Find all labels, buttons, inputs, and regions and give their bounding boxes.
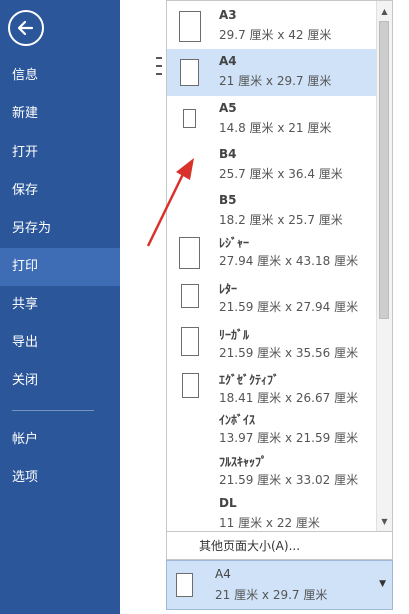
paper-dimensions: 21.59 厘米 x 35.56 厘米 [219, 346, 359, 360]
paper-size-letter[interactable]: ﾚﾀｰ 21.59 厘米 x 27.94 厘米 [167, 275, 377, 322]
scroll-up-icon[interactable]: ▲ [377, 3, 392, 19]
paper-portrait-icon [179, 11, 201, 42]
nav-print[interactable]: 打印 [0, 248, 120, 286]
paper-name: A4 [219, 54, 237, 68]
paper-size-invoice[interactable]: ｲﾝﾎﾞｲｽ 13.97 厘米 x 21.59 厘米 [167, 406, 377, 453]
red-annotation-arrow-icon [146, 158, 194, 247]
nav-save[interactable]: 保存 [0, 172, 120, 210]
more-paper-sizes-link[interactable]: 其他页面大小(A)... [166, 532, 393, 560]
paper-name: B5 [219, 193, 237, 207]
paper-dimensions: 18.2 厘米 x 25.7 厘米 [219, 213, 343, 227]
paper-dimensions: 27.94 厘米 x 43.18 厘米 [219, 254, 359, 268]
paper-dimensions: 18.41 厘米 x 26.67 厘米 [219, 391, 359, 405]
paper-size-foolscap[interactable]: ﾌﾙｽｷｬｯﾌﾟ 21.59 厘米 x 33.02 厘米 [167, 448, 377, 495]
paper-portrait-icon [176, 573, 193, 597]
paper-portrait-icon [183, 109, 196, 128]
paper-name: ﾚｼﾞｬｰ [219, 236, 250, 250]
paper-name: ｴｸﾞｾﾞｸﾃｨﾌﾞ [219, 373, 280, 387]
paper-portrait-icon [182, 373, 199, 398]
paper-size-a4[interactable]: A4 21 厘米 x 29.7 厘米 [167, 49, 377, 96]
nav-open[interactable]: 打开 [0, 134, 120, 172]
backstage-sidebar: 信息 新建 打开 保存 另存为 打印 共享 导出 关闭 帐户 选项 [0, 0, 120, 614]
paper-portrait-icon [181, 284, 199, 308]
nav-info[interactable]: 信息 [0, 57, 120, 95]
nav-new[interactable]: 新建 [0, 95, 120, 133]
paper-dimensions: 13.97 厘米 x 21.59 厘米 [219, 431, 359, 445]
paper-name: ﾌﾙｽｷｬｯﾌﾟ [219, 455, 268, 469]
dropdown-scrollbar[interactable]: ▲ ▼ [376, 1, 392, 531]
nav-share[interactable]: 共享 [0, 286, 120, 324]
back-arrow-icon [17, 20, 34, 36]
paper-portrait-icon [180, 59, 199, 86]
nav-close[interactable]: 关闭 [0, 362, 120, 400]
paper-name: A5 [219, 101, 237, 115]
dropdown-arrow-icon[interactable]: ▼ [379, 579, 386, 589]
paper-dimensions: 21.59 厘米 x 27.94 厘米 [219, 300, 359, 314]
nav-account[interactable]: 帐户 [0, 421, 120, 459]
background-fragment-icon [156, 57, 162, 75]
paper-size-selector[interactable]: A4 21 厘米 x 29.7 厘米 ▼ [166, 560, 393, 610]
paper-size-dl[interactable]: DL 11 厘米 x 22 厘米 [167, 491, 377, 538]
paper-name: DL [219, 496, 237, 510]
paper-dimensions: 25.7 厘米 x 36.4 厘米 [219, 167, 343, 181]
nav-save-as[interactable]: 另存为 [0, 210, 120, 248]
paper-size-a3[interactable]: A3 29.7 厘米 x 42 厘米 [167, 3, 377, 50]
paper-dimensions: 11 厘米 x 22 厘米 [219, 516, 320, 530]
paper-dimensions: 21 厘米 x 29.7 厘米 [219, 74, 332, 88]
nav-divider [12, 410, 94, 411]
paper-name: ﾚﾀｰ [219, 282, 238, 296]
paper-name: B4 [219, 147, 237, 161]
paper-size-dropdown: A3 29.7 厘米 x 42 厘米 A4 21 厘米 x 29.7 厘米 A5… [166, 0, 393, 532]
nav-options[interactable]: 选项 [0, 459, 120, 497]
current-paper-dimensions: 21 厘米 x 29.7 厘米 [215, 588, 328, 602]
paper-size-legal[interactable]: ﾘｰｶﾞﾙ 21.59 厘米 x 35.56 厘米 [167, 321, 377, 368]
paper-dimensions: 14.8 厘米 x 21 厘米 [219, 121, 332, 135]
paper-dimensions: 21.59 厘米 x 33.02 厘米 [219, 473, 359, 487]
scroll-thumb[interactable] [379, 21, 389, 319]
paper-size-a5[interactable]: A5 14.8 厘米 x 21 厘米 [167, 96, 377, 143]
scroll-down-icon[interactable]: ▼ [377, 513, 392, 529]
nav-export[interactable]: 导出 [0, 324, 120, 362]
paper-dimensions: 29.7 厘米 x 42 厘米 [219, 28, 332, 42]
paper-portrait-icon [181, 327, 199, 356]
current-paper-name: A4 [215, 567, 231, 581]
paper-name: A3 [219, 8, 237, 22]
paper-name: ﾘｰｶﾞﾙ [219, 328, 250, 342]
back-button[interactable] [8, 10, 44, 46]
paper-name: ｲﾝﾎﾞｲｽ [219, 413, 256, 427]
